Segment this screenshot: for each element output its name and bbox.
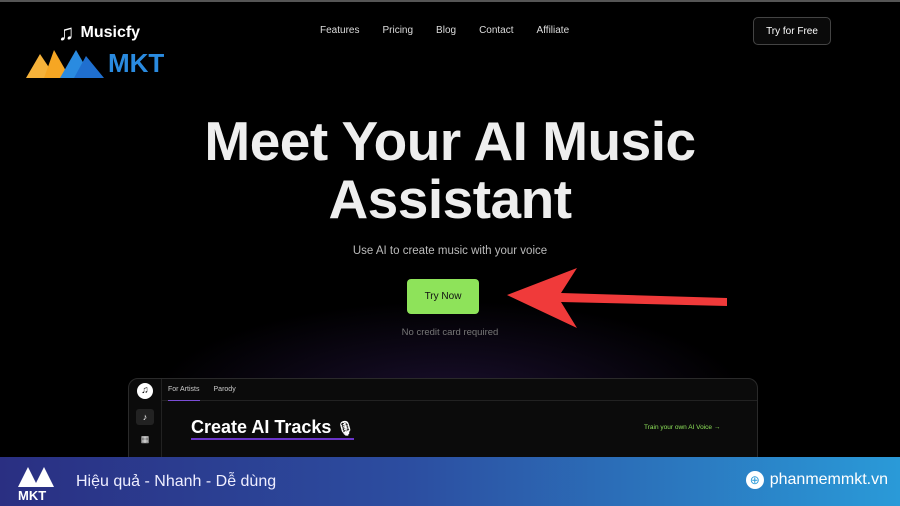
app-tabs: For Artists Parody [162, 379, 757, 401]
top-border [0, 0, 900, 2]
red-arrow-annotation [507, 268, 727, 328]
svg-text:MKT: MKT [108, 48, 164, 78]
hero-subtitle: Use AI to create music with your voice [352, 245, 548, 257]
nav-affiliate[interactable]: Affiliate [537, 25, 570, 36]
website-text: phanmemmkt.vn [769, 471, 888, 488]
microphone-icon: 🎙 [336, 420, 355, 436]
music-icon[interactable]: ♪ [136, 409, 154, 425]
try-now-button[interactable]: Try Now [407, 279, 479, 314]
hero-title: Meet Your AI Music Assistant [204, 110, 696, 230]
nav-blog[interactable]: Blog [436, 25, 456, 36]
nav-pricing[interactable]: Pricing [382, 25, 413, 36]
grid-icon[interactable]: ▦ [136, 431, 154, 447]
brand-name: Musicfy [80, 24, 141, 41]
tab-parody[interactable]: Parody [214, 386, 236, 393]
promo-banner: MKT Hiệu quả - Nhanh - Dễ dùng ⊕ phanmem… [0, 457, 900, 506]
globe-icon: ⊕ [745, 471, 764, 489]
banner-website[interactable]: ⊕ phanmemmkt.vn [745, 471, 888, 489]
svg-text:MKT: MKT [18, 488, 46, 503]
mkt-watermark-logo: MKT [26, 48, 164, 78]
mkt-banner-logo: MKT [18, 466, 54, 503]
banner-slogan: Hiệu quả - Nhanh - Dễ dùng [76, 472, 277, 490]
try-for-free-button[interactable]: Try for Free [753, 17, 831, 45]
app-logo-icon: ♫ [137, 383, 153, 399]
arrow-right-icon: → [713, 424, 721, 431]
app-title-text: Create AI Tracks [191, 417, 332, 437]
main-nav: Features Pricing Blog Contact Affiliate [320, 25, 569, 36]
tab-for-artists[interactable]: For Artists [168, 379, 200, 401]
nav-features[interactable]: Features [320, 25, 359, 36]
train-voice-link[interactable]: Train your own AI Voice → [644, 424, 720, 431]
no-credit-card-note: No credit card required [401, 327, 499, 338]
app-title: Create AI Tracks 🎙 [191, 417, 355, 440]
nav-contact[interactable]: Contact [479, 25, 513, 36]
train-voice-label: Train your own AI Voice [644, 424, 713, 431]
